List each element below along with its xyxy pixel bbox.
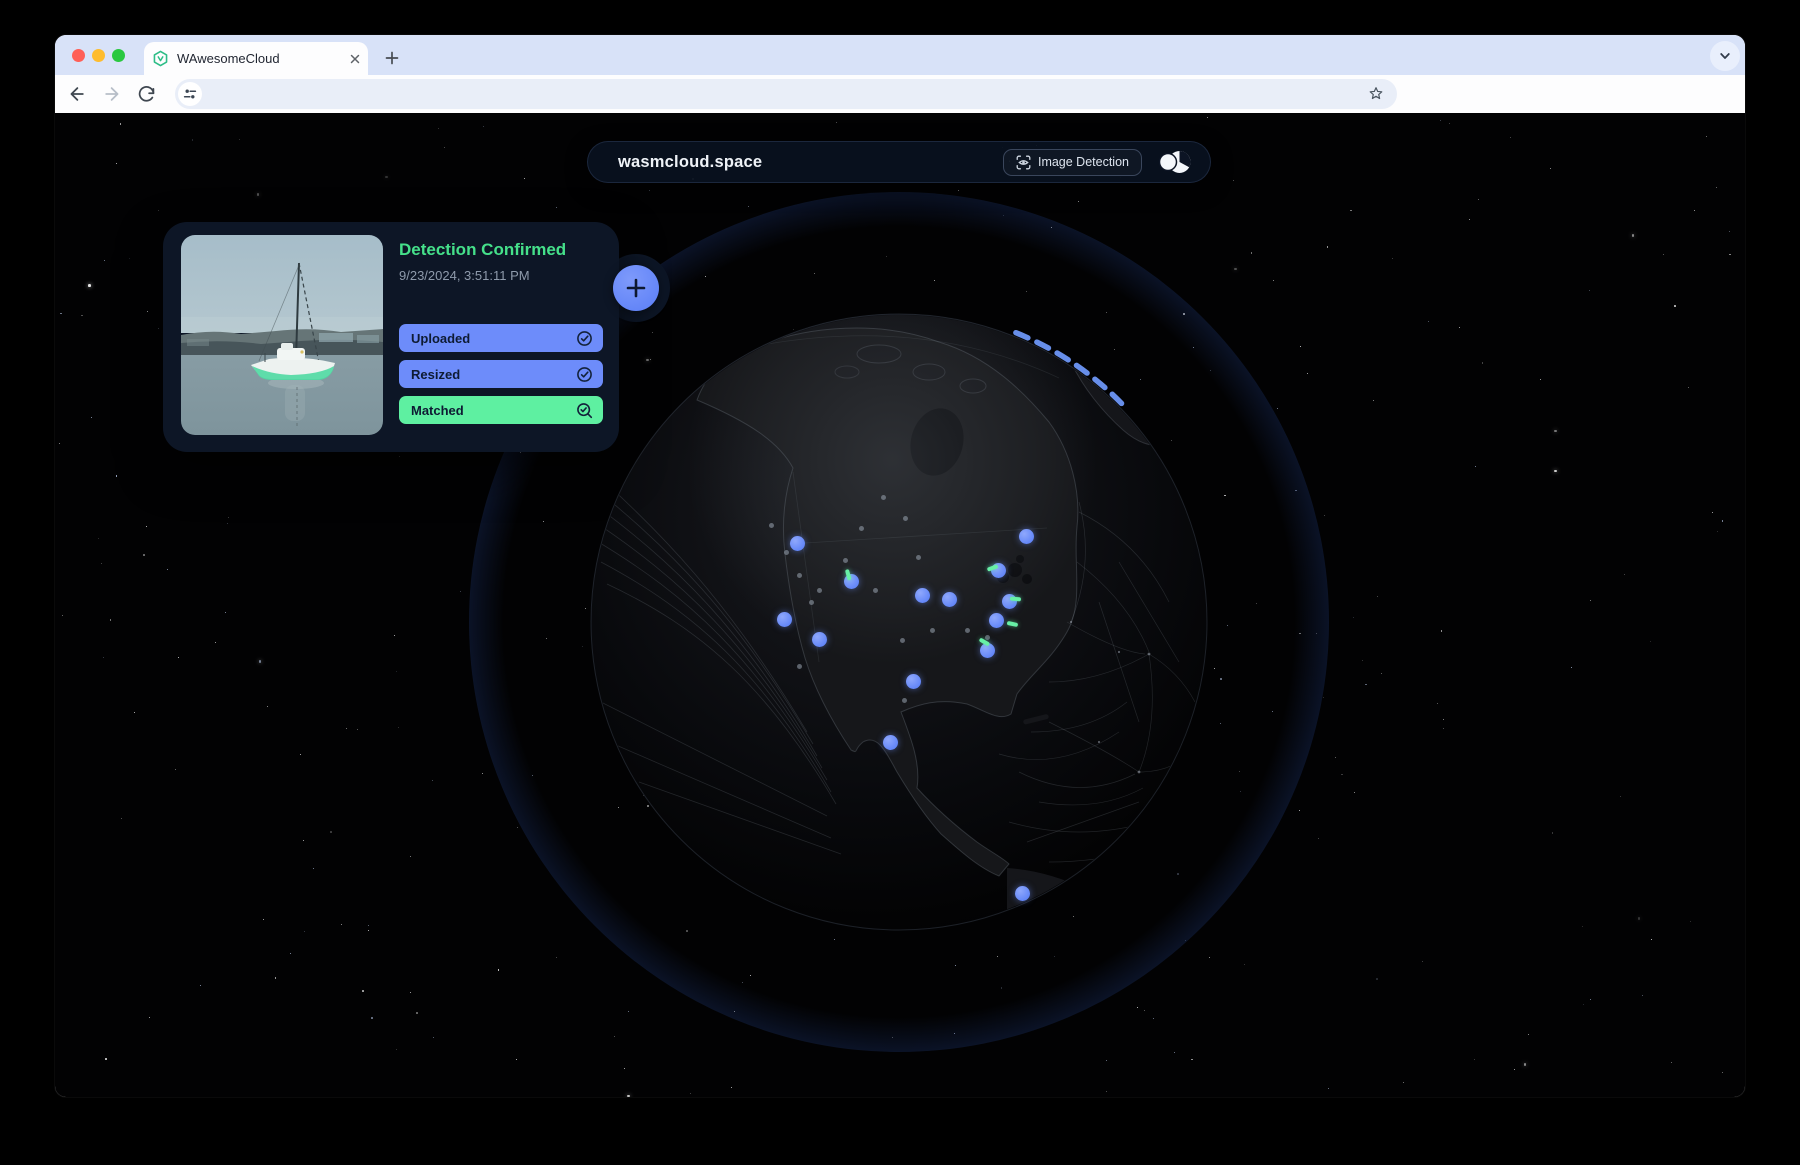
new-tab-button[interactable] — [382, 48, 402, 68]
url-bar[interactable] — [175, 79, 1397, 109]
traffic-light-close[interactable] — [72, 48, 85, 62]
deployment-node[interactable] — [776, 611, 792, 627]
detection-title: Detection Confirmed — [399, 240, 567, 259]
deployment-node[interactable] — [1001, 593, 1017, 609]
status-label: Resized — [411, 366, 461, 382]
reload-button[interactable] — [135, 83, 157, 105]
scan-eye-icon — [1016, 155, 1031, 170]
deployment-node[interactable] — [1018, 528, 1034, 544]
small-node — [880, 494, 886, 500]
status-pill-matched[interactable]: Matched — [399, 396, 603, 424]
tab-strip: WAwesomeCloud — [55, 35, 1745, 75]
small-node — [984, 634, 990, 640]
theme-toggle[interactable] — [1158, 149, 1192, 175]
tab-close-icon[interactable] — [350, 54, 360, 64]
page-content: wasmcloud.space Image Detection Detectio… — [55, 113, 1745, 1097]
status-pill-resized[interactable]: Resized — [399, 360, 603, 388]
image-detection-button[interactable]: Image Detection — [1002, 148, 1142, 176]
favicon-wasmcloud-icon — [152, 50, 169, 67]
status-pill-uploaded[interactable]: Uploaded — [399, 324, 603, 352]
browser-toolbar — [55, 75, 1745, 113]
small-node — [901, 697, 907, 703]
small-node — [915, 554, 921, 560]
browser-window: WAwesomeCloud wasmcloud.space Image Dete… — [55, 35, 1745, 1097]
status-label: Uploaded — [411, 330, 471, 346]
small-node — [768, 522, 774, 528]
bookmark-star-icon[interactable] — [1367, 85, 1385, 103]
small-node — [929, 627, 935, 633]
small-node — [816, 587, 822, 593]
add-detection-button[interactable] — [613, 265, 659, 311]
small-node — [872, 587, 878, 593]
site-header: wasmcloud.space Image Detection — [587, 141, 1211, 183]
back-button[interactable] — [65, 83, 87, 105]
browser-tab[interactable]: WAwesomeCloud — [144, 42, 368, 75]
deployment-node[interactable] — [789, 535, 805, 551]
deployment-node[interactable] — [1014, 885, 1030, 901]
image-detection-label: Image Detection — [1037, 155, 1129, 169]
small-node — [858, 525, 864, 531]
search-check-icon — [576, 402, 593, 419]
detection-thumbnail — [181, 235, 383, 435]
small-node — [842, 557, 848, 563]
deployment-node[interactable] — [843, 573, 859, 589]
small-node — [796, 572, 802, 578]
deployment-node[interactable] — [811, 631, 827, 647]
tune-icon[interactable] — [178, 82, 202, 106]
forward-button[interactable] — [102, 83, 124, 105]
small-node — [796, 663, 802, 669]
deployment-node[interactable] — [905, 673, 921, 689]
deployment-node[interactable] — [941, 591, 957, 607]
detection-timestamp: 9/23/2024, 3:51:11 PM — [399, 268, 530, 283]
small-node — [783, 549, 789, 555]
deployment-node[interactable] — [882, 734, 898, 750]
small-node — [899, 637, 905, 643]
status-label: Matched — [411, 402, 464, 418]
site-title: wasmcloud.space — [618, 152, 763, 171]
deployment-node[interactable] — [914, 587, 930, 603]
activity-marker — [1006, 621, 1018, 627]
small-node — [808, 599, 814, 605]
tab-title: WAwesomeCloud — [177, 51, 280, 66]
deployment-node[interactable] — [988, 612, 1004, 628]
check-circle-icon — [576, 330, 593, 347]
small-node — [964, 627, 970, 633]
check-circle-icon — [576, 366, 593, 383]
detection-card: Detection Confirmed 9/23/2024, 3:51:11 P… — [163, 222, 619, 452]
traffic-light-zoom[interactable] — [112, 48, 125, 62]
traffic-light-minimize[interactable] — [92, 48, 105, 62]
tab-search-chevron-button[interactable] — [1710, 41, 1740, 71]
small-node — [902, 515, 908, 521]
